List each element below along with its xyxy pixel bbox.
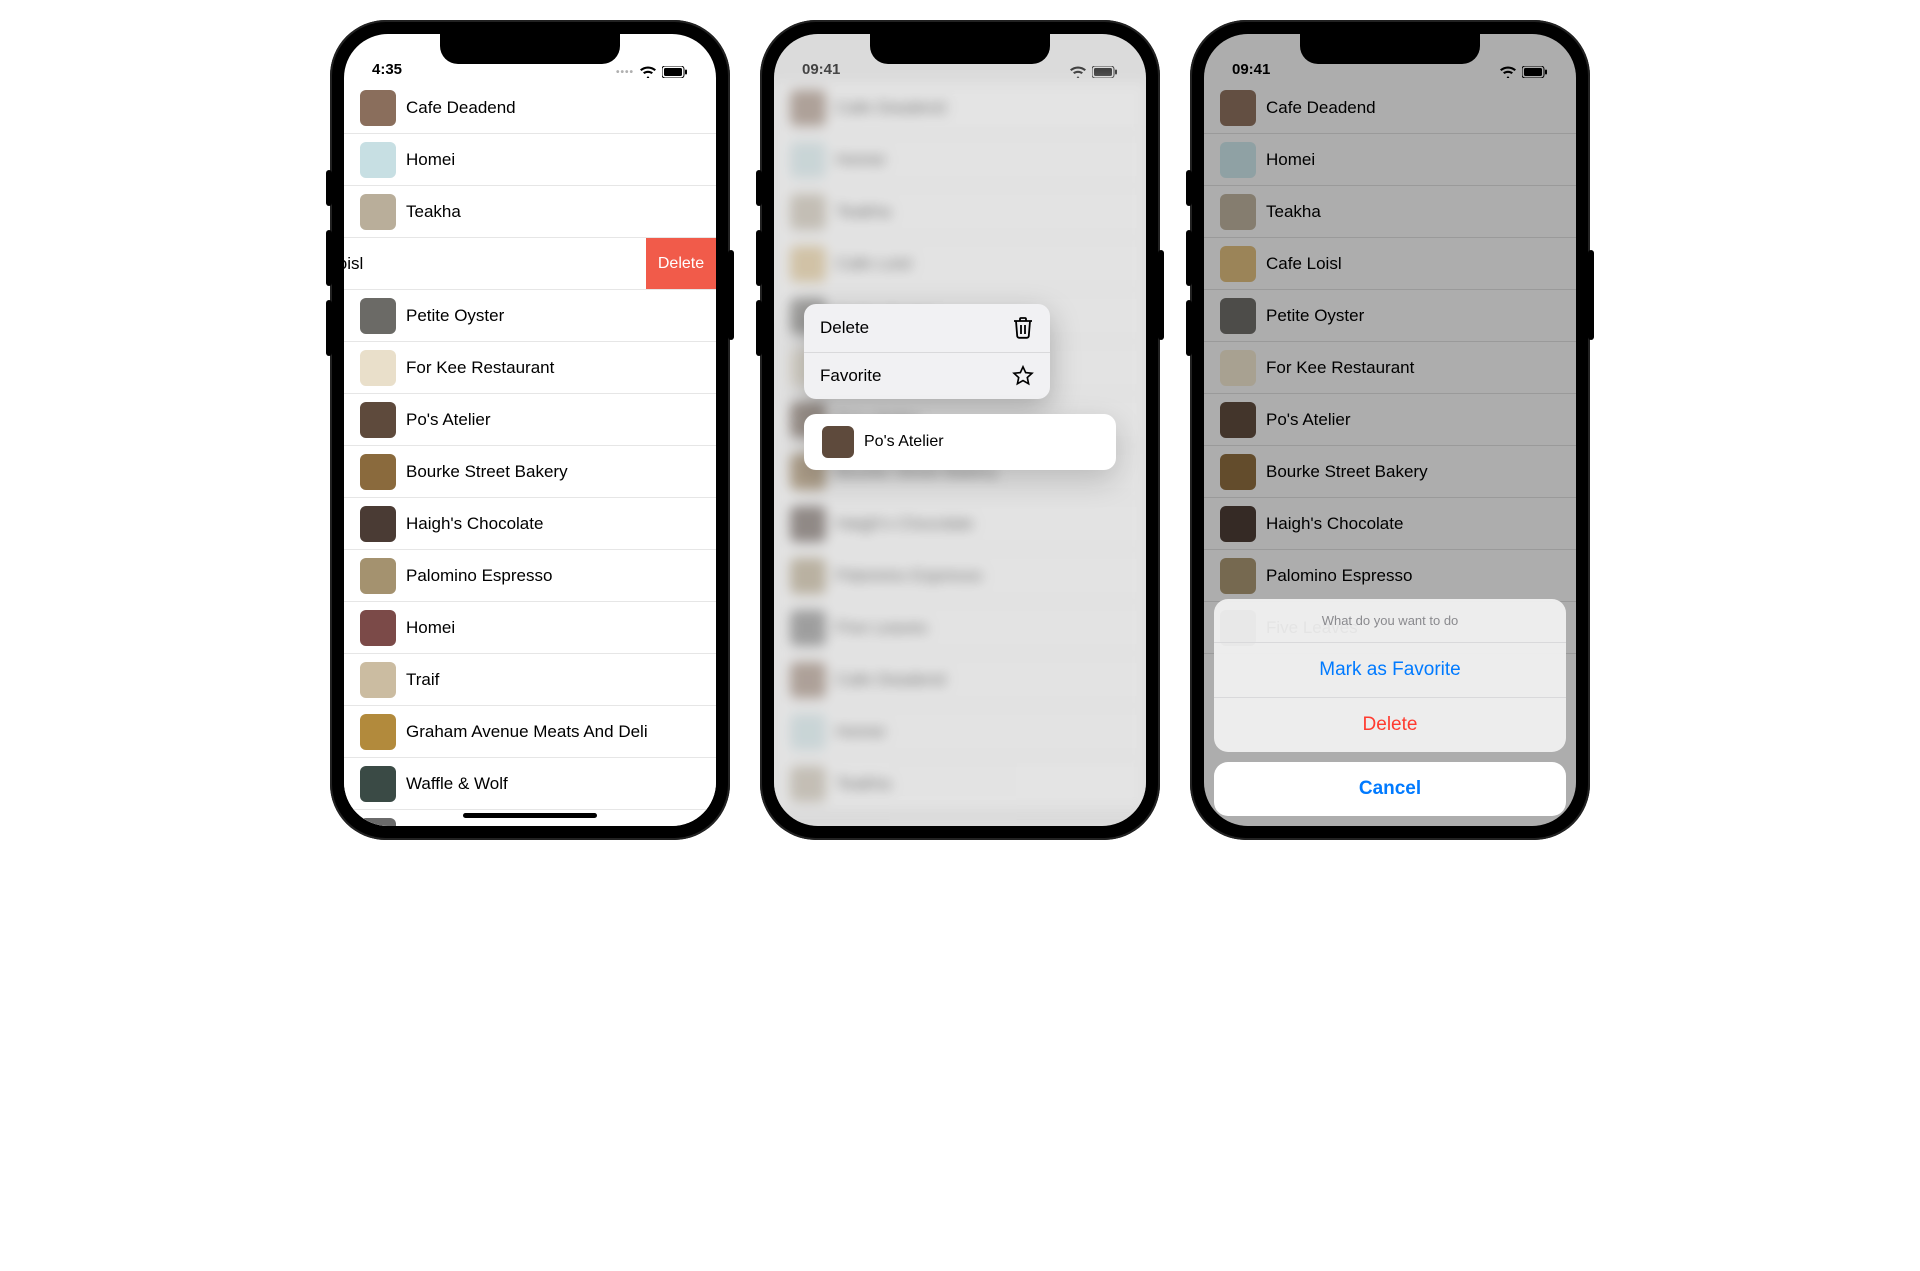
sheet-delete[interactable]: Delete xyxy=(1214,698,1566,752)
restaurant-thumbnail xyxy=(360,402,396,438)
table-row[interactable]: Bourke Street Bakery xyxy=(344,446,716,498)
restaurant-thumbnail xyxy=(360,766,396,802)
table-row[interactable]: For Kee Restaurant xyxy=(344,342,716,394)
restaurant-thumbnail xyxy=(360,142,396,178)
restaurant-thumbnail xyxy=(360,714,396,750)
notch xyxy=(440,34,620,64)
table-row[interactable]: Traif xyxy=(344,654,716,706)
table-row[interactable]: Teakha xyxy=(344,186,716,238)
restaurant-name: Traif xyxy=(406,670,700,690)
restaurant-thumbnail xyxy=(360,610,396,646)
context-menu: Delete Favorite xyxy=(804,304,1050,399)
table-row[interactable]: Haigh's Chocolate xyxy=(344,498,716,550)
preview-thumbnail xyxy=(822,426,854,458)
sheet-title: What do you want to do xyxy=(1214,599,1566,643)
restaurant-name: Homei xyxy=(406,618,700,638)
swiped-row-label: afe Loisl xyxy=(344,254,640,274)
restaurant-name: Five Leaves xyxy=(406,826,700,827)
sheet-mark-favorite[interactable]: Mark as Favorite xyxy=(1214,643,1566,698)
restaurant-name: Haigh's Chocolate xyxy=(406,514,700,534)
restaurant-name: Cafe Deadend xyxy=(406,98,700,118)
ctx-favorite-label: Favorite xyxy=(820,366,881,386)
table-row[interactable]: Graham Avenue Meats And Deli xyxy=(344,706,716,758)
restaurant-thumbnail xyxy=(360,350,396,386)
ctx-favorite[interactable]: Favorite xyxy=(804,353,1050,399)
restaurant-thumbnail xyxy=(360,818,396,827)
battery-icon xyxy=(662,66,688,78)
table-row[interactable]: Petite Oyster xyxy=(344,290,716,342)
restaurant-thumbnail xyxy=(360,454,396,490)
context-preview[interactable]: Po's Atelier xyxy=(804,414,1116,470)
restaurant-thumbnail xyxy=(360,298,396,334)
restaurant-thumbnail xyxy=(360,558,396,594)
table-row[interactable]: Homei xyxy=(344,602,716,654)
wifi-icon xyxy=(640,66,656,78)
star-icon xyxy=(1012,365,1034,387)
table-row[interactable]: Waffle & Wolf xyxy=(344,758,716,810)
restaurant-name: Petite Oyster xyxy=(406,306,700,326)
restaurant-name: Homei xyxy=(406,150,700,170)
action-sheet: What do you want to do Mark as Favorite … xyxy=(1214,599,1566,816)
restaurant-thumbnail xyxy=(360,662,396,698)
home-indicator[interactable] xyxy=(463,813,597,818)
notch xyxy=(870,34,1050,64)
restaurant-name: Bourke Street Bakery xyxy=(406,462,700,482)
table-row[interactable]: Po's Atelier xyxy=(344,394,716,446)
status-time: 4:35 xyxy=(372,61,402,78)
restaurant-thumbnail xyxy=(360,194,396,230)
restaurant-name: Graham Avenue Meats And Deli xyxy=(406,722,700,742)
restaurant-name: Palomino Espresso xyxy=(406,566,700,586)
restaurant-name: For Kee Restaurant xyxy=(406,358,700,378)
phone-action-sheet: 09:41 Cafe DeadendHomeiTeakhaCafe LoislP… xyxy=(1190,20,1590,840)
dots-icon: •••• xyxy=(616,67,634,78)
table-row[interactable]: Homei xyxy=(344,134,716,186)
notch xyxy=(1300,34,1480,64)
swipe-delete-button[interactable]: Delete xyxy=(646,238,716,289)
preview-label: Po's Atelier xyxy=(864,433,1098,451)
restaurant-thumbnail xyxy=(360,506,396,542)
table-row[interactable]: Cafe Deadend xyxy=(344,82,716,134)
trash-icon xyxy=(1012,316,1034,340)
sheet-cancel[interactable]: Cancel xyxy=(1214,762,1566,816)
swiped-row[interactable]: afe Loisl Delete xyxy=(344,238,716,290)
restaurant-name: Po's Atelier xyxy=(406,410,700,430)
ctx-delete[interactable]: Delete xyxy=(804,304,1050,353)
restaurant-name: Teakha xyxy=(406,202,700,222)
restaurant-name: Waffle & Wolf xyxy=(406,774,700,794)
table-row[interactable]: Palomino Espresso xyxy=(344,550,716,602)
phone-context-menu: 09:41 Cafe DeadendHomeiTeakhaCafe LoislP… xyxy=(760,20,1160,840)
phone-swipe-delete: 4:35 •••• Cafe Deadend Homei Teakha afe Lo… xyxy=(330,20,730,840)
ctx-delete-label: Delete xyxy=(820,318,869,338)
restaurant-thumbnail xyxy=(360,90,396,126)
